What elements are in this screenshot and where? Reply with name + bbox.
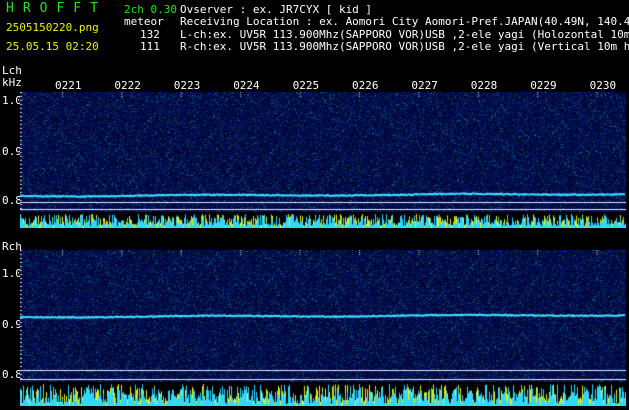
time-tick-0222: 0222 [114,79,141,92]
lch-ytick-1.0: 1.0 [2,94,22,107]
time-tick-0226: 0226 [352,79,379,92]
filename-label: 2505150220.png [6,21,99,34]
datetime-label: 25.05.15 02:20 [6,40,99,53]
rch-ytick-1.0: 1.0 [2,267,22,280]
time-tick-0229: 0229 [530,79,557,92]
rch-count: 111 [140,40,160,53]
rch-ytick-0.8: 0.8 [2,368,22,381]
rch-label: Rch [2,240,22,253]
time-tick-0221: 0221 [55,79,82,92]
mode-label: meteor [124,15,164,28]
time-tick-0225: 0225 [292,79,320,92]
lch-ytick-0.9: 0.9 [2,145,22,158]
lch-spectrogram [20,92,626,228]
lch-ytick-0.8: 0.8 [2,194,22,207]
location-line: Receiving Location : ex. Aomori City Aom… [180,15,629,28]
rch-ytick-0.9: 0.9 [2,318,22,331]
time-tick-0223: 0223 [173,79,201,92]
app-brand: HROFFT [6,1,107,16]
time-tick-0224: 0224 [233,79,260,92]
khz-unit-label: kHz [2,76,22,89]
time-tick-0230: 0230 [589,79,617,92]
rch-info-line: R-ch:ex. UV5R 113.900Mhz(SAPPORO VOR)USB… [180,40,629,53]
time-tick-0227: 0227 [411,79,438,92]
rch-spectrogram [20,250,626,406]
time-tick-0228: 0228 [470,79,498,92]
